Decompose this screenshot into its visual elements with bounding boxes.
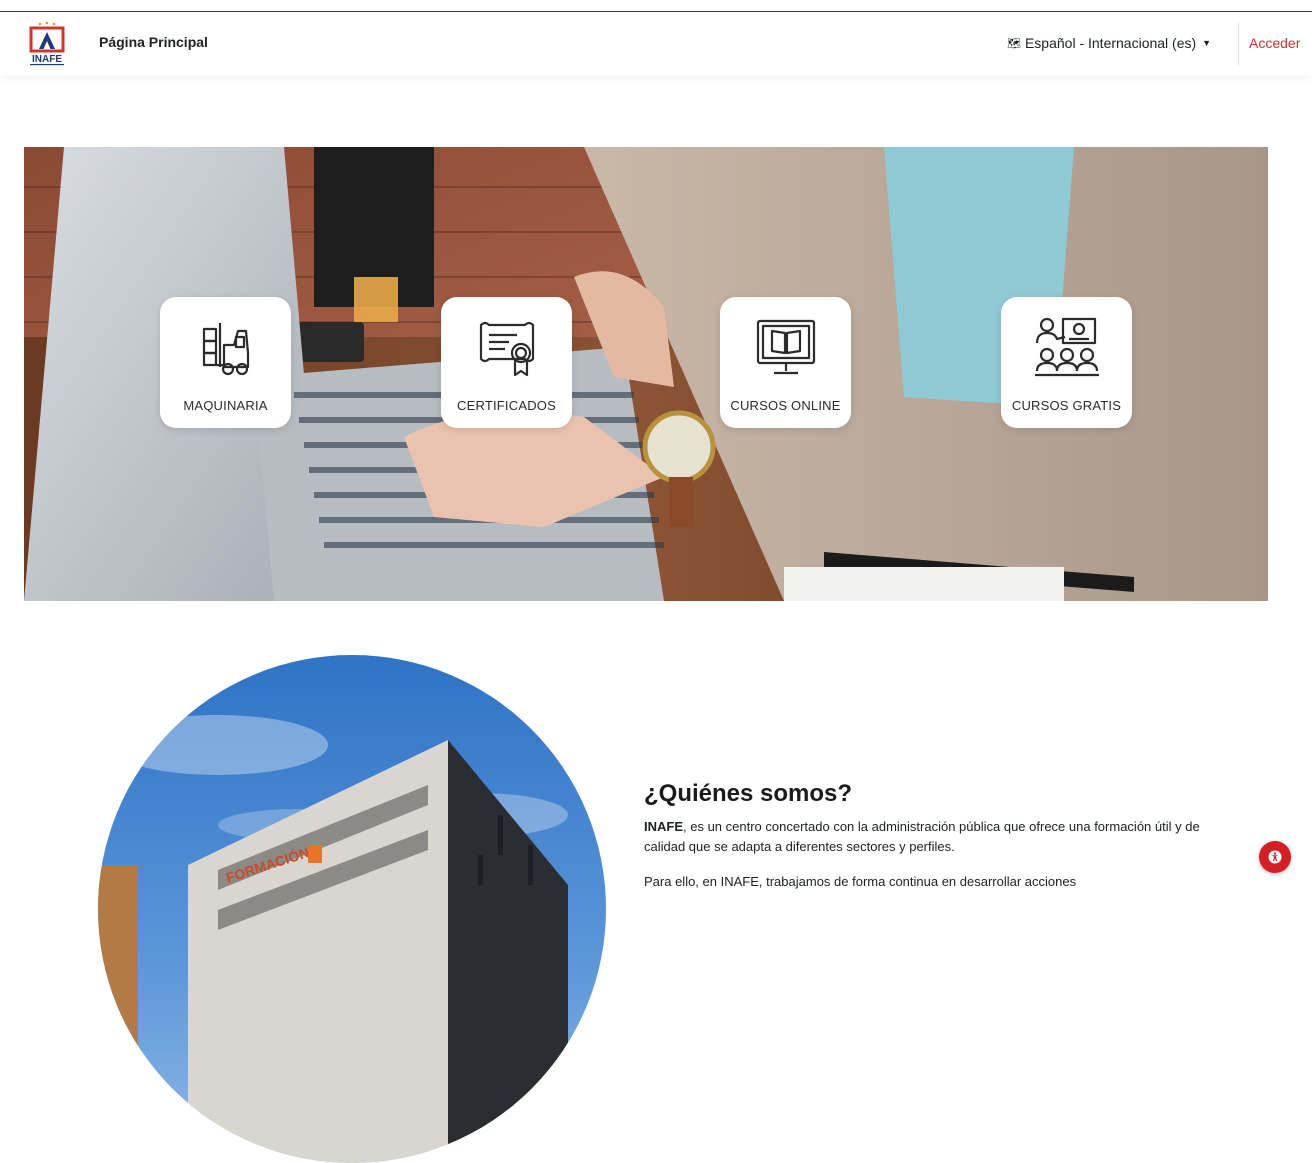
card-cursos-gratis[interactable]: CURSOS GRATIS [1001,297,1132,428]
inafe-logo[interactable]: INAFE [24,21,70,67]
online-course-icon [756,319,815,375]
card-label: CURSOS ONLINE [730,398,841,413]
classroom-icon [1034,317,1099,377]
brand-link[interactable]: Página Principal [99,34,208,50]
about-paragraph-1-text: , es un centro concertado con la adminis… [644,819,1200,854]
language-icon: 🗺 [1007,37,1021,50]
certificate-icon [479,321,534,377]
card-maquinaria[interactable]: MAQUINARIA [160,297,291,428]
card-label: CERTIFICADOS [457,398,556,413]
login-link[interactable]: Acceder [1249,35,1300,51]
chevron-down-icon: ▼ [1202,38,1212,48]
card-cursos-online[interactable]: CURSOS ONLINE [720,297,851,428]
navbar: INAFE Página Principal 🗺 Español - Inter… [0,12,1312,76]
svg-text:INAFE: INAFE [32,54,62,65]
about-paragraph-1: INAFE, es un centro concertado con la ad… [644,817,1204,857]
building-photo: FORMACIÓN [98,655,606,1163]
about-paragraph-2: Para ello, en INAFE, trabajamos de forma… [644,874,1077,889]
card-label: MAQUINARIA [183,398,268,413]
language-label: Español - Internacional (es) [1024,35,1197,51]
hero-banner: MAQUINARIA CERTIFICADOS CURSOS ONLINE CU… [24,147,1268,601]
forklift-icon [202,323,249,376]
about-brand: INAFE [644,819,683,834]
accessibility-icon [1268,850,1282,864]
accessibility-button[interactable] [1259,841,1291,873]
nav-divider [1238,22,1239,66]
card-certificados[interactable]: CERTIFICADOS [441,297,572,428]
about-title: ¿Quiénes somos? [644,780,853,807]
card-label: CURSOS GRATIS [1011,398,1122,413]
language-selector[interactable]: 🗺 Español - Internacional (es) ▼ [1007,35,1211,51]
